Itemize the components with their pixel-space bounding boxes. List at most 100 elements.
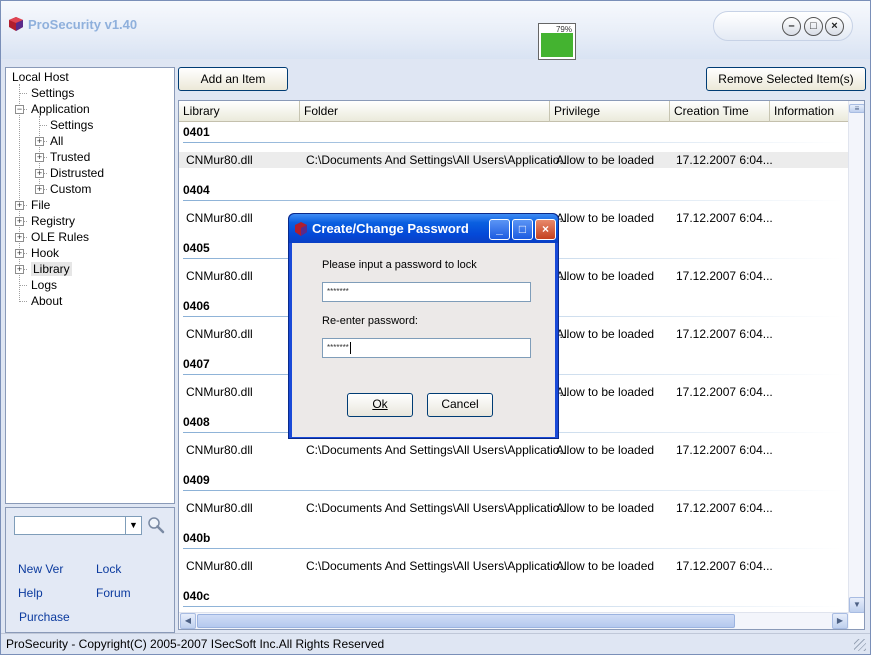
chevron-down-icon: ▼ bbox=[129, 520, 138, 530]
group-header[interactable]: 0409 bbox=[183, 473, 210, 487]
table-cell: CNMur80.dll bbox=[186, 211, 253, 225]
remove-selected-button[interactable]: Remove Selected Item(s) bbox=[706, 67, 866, 91]
tree-item[interactable]: File bbox=[31, 197, 50, 213]
expand-icon[interactable]: + bbox=[15, 217, 24, 226]
window-title: ProSecurity v1.40 bbox=[28, 17, 138, 32]
scroll-right-button[interactable]: ▶ bbox=[832, 613, 848, 629]
title-bar[interactable]: ProSecurity v1.40 79% – □ × bbox=[1, 1, 870, 60]
table-cell: CNMur80.dll bbox=[186, 443, 253, 457]
help-link[interactable]: Help bbox=[18, 586, 43, 600]
usage-meter-value: 79% bbox=[555, 25, 572, 34]
group-header[interactable]: 0404 bbox=[183, 183, 210, 197]
tree-connector bbox=[20, 93, 27, 94]
dialog-title: Create/Change Password bbox=[312, 221, 469, 236]
table-row[interactable]: CNMur80.dll C:\Documents And Settings\All… bbox=[179, 500, 849, 516]
purchase-link[interactable]: Purchase bbox=[19, 610, 70, 624]
table-row[interactable]: CNMur80.dll C:\Documents And Settings\All… bbox=[179, 558, 849, 574]
group-divider bbox=[183, 200, 843, 201]
group-header[interactable]: 0401 bbox=[183, 125, 210, 139]
tree-item-label: Distrusted bbox=[50, 166, 105, 180]
navigation-tree[interactable]: Local Host Settings − Application Settings + A… bbox=[5, 67, 175, 504]
column-library[interactable]: Library bbox=[179, 101, 300, 122]
table-row[interactable]: CNMur80.dll C:\Documents And Settings\All… bbox=[179, 442, 849, 458]
tree-item[interactable]: Registry bbox=[31, 213, 75, 229]
lock-link[interactable]: Lock bbox=[96, 562, 121, 576]
expand-icon[interactable]: + bbox=[15, 265, 24, 274]
tree-item[interactable]: About bbox=[31, 293, 62, 309]
group-divider bbox=[183, 490, 843, 491]
tree-item[interactable]: Custom bbox=[50, 181, 91, 197]
tree-item-label: Settings bbox=[31, 86, 75, 100]
vertical-scrollbar[interactable]: ≡ ▼ bbox=[848, 101, 864, 613]
tree-item[interactable]: Distrusted bbox=[50, 165, 104, 181]
tree-item[interactable]: All bbox=[50, 133, 63, 149]
search-icon[interactable] bbox=[147, 516, 165, 534]
column-creation-time[interactable]: Creation Time bbox=[670, 101, 770, 122]
column-information[interactable]: Information bbox=[770, 101, 850, 122]
dialog-close-button[interactable]: × bbox=[535, 219, 556, 240]
table-cell: 17.12.2007 6:04... bbox=[676, 211, 773, 225]
expand-icon[interactable]: + bbox=[35, 185, 44, 194]
dialog-maximize-button[interactable]: □ bbox=[512, 219, 533, 240]
expand-icon[interactable]: + bbox=[15, 249, 24, 258]
arrow-down-icon: ▼ bbox=[853, 600, 861, 609]
close-icon: × bbox=[831, 20, 838, 32]
collapse-icon[interactable]: − bbox=[15, 105, 24, 114]
table-row[interactable]: CNMur80.dll C:\Documents And Settings\All… bbox=[179, 152, 849, 168]
group-header[interactable]: 040c bbox=[183, 589, 210, 603]
tree-item[interactable]: Settings bbox=[50, 117, 93, 133]
tree-item[interactable]: OLE Rules bbox=[31, 229, 89, 245]
horizontal-scroll-thumb[interactable] bbox=[197, 614, 735, 628]
close-button[interactable]: × bbox=[825, 17, 844, 36]
cancel-button[interactable]: Cancel bbox=[427, 393, 493, 417]
expand-icon[interactable]: + bbox=[15, 233, 24, 242]
table-cell: CNMur80.dll bbox=[186, 501, 253, 515]
add-item-button[interactable]: Add an Item bbox=[178, 67, 288, 91]
tree-item[interactable]: Settings bbox=[31, 85, 74, 101]
table-cell: C:\Documents And Settings\All Users\Appl… bbox=[306, 501, 570, 515]
expand-icon[interactable]: + bbox=[35, 153, 44, 162]
tree-item[interactable]: Local Host bbox=[12, 69, 69, 85]
ok-button[interactable]: Ok bbox=[347, 393, 413, 417]
window-controls: – □ × bbox=[713, 11, 853, 41]
maximize-button[interactable]: □ bbox=[804, 17, 823, 36]
expand-icon[interactable]: + bbox=[35, 169, 44, 178]
tree-item[interactable]: Hook bbox=[31, 245, 59, 261]
tree-item[interactable]: Logs bbox=[31, 277, 57, 293]
tree-item-label: Settings bbox=[50, 118, 94, 132]
group-header[interactable]: 0408 bbox=[183, 415, 210, 429]
expand-icon[interactable]: + bbox=[35, 137, 44, 146]
table-cell: Allow to be loaded bbox=[556, 269, 655, 283]
column-privilege[interactable]: Privilege bbox=[550, 101, 670, 122]
scroll-thumb[interactable]: ≡ bbox=[849, 104, 864, 113]
table-cell: Allow to be loaded bbox=[556, 559, 655, 573]
column-folder[interactable]: Folder bbox=[300, 101, 550, 122]
password-field[interactable]: ******* bbox=[322, 282, 531, 302]
group-header[interactable]: 0407 bbox=[183, 357, 210, 371]
combo-dropdown-button[interactable]: ▼ bbox=[125, 517, 141, 534]
password-value: ******* bbox=[327, 287, 349, 296]
horizontal-scrollbar[interactable]: ◀ ▶ bbox=[179, 612, 849, 629]
dialog-title-bar[interactable]: Create/Change Password _ □ × bbox=[289, 214, 558, 243]
tree-item-label: Custom bbox=[50, 182, 92, 196]
forum-link[interactable]: Forum bbox=[96, 586, 131, 600]
table-cell: CNMur80.dll bbox=[186, 559, 253, 573]
tree-item[interactable]: Trusted bbox=[50, 149, 90, 165]
group-header[interactable]: 0405 bbox=[183, 241, 210, 255]
tree-item[interactable]: Library bbox=[31, 261, 72, 277]
dialog-minimize-button[interactable]: _ bbox=[489, 219, 510, 240]
confirm-password-field[interactable]: ******* bbox=[322, 338, 531, 358]
minimize-button[interactable]: – bbox=[782, 17, 801, 36]
resize-grip-icon[interactable] bbox=[854, 639, 866, 651]
group-header[interactable]: 040b bbox=[183, 531, 210, 545]
search-combo[interactable]: ▼ bbox=[14, 516, 142, 535]
arrow-right-icon: ▶ bbox=[836, 616, 844, 625]
scroll-down-button[interactable]: ▼ bbox=[849, 597, 864, 613]
scroll-left-button[interactable]: ◀ bbox=[180, 613, 196, 629]
table-cell: 17.12.2007 6:04... bbox=[676, 385, 773, 399]
table-cell: C:\Documents And Settings\All Users\Appl… bbox=[306, 559, 570, 573]
new-version-link[interactable]: New Ver bbox=[18, 562, 63, 576]
tree-item[interactable]: Application bbox=[31, 101, 90, 117]
expand-icon[interactable]: + bbox=[15, 201, 24, 210]
group-header[interactable]: 0406 bbox=[183, 299, 210, 313]
